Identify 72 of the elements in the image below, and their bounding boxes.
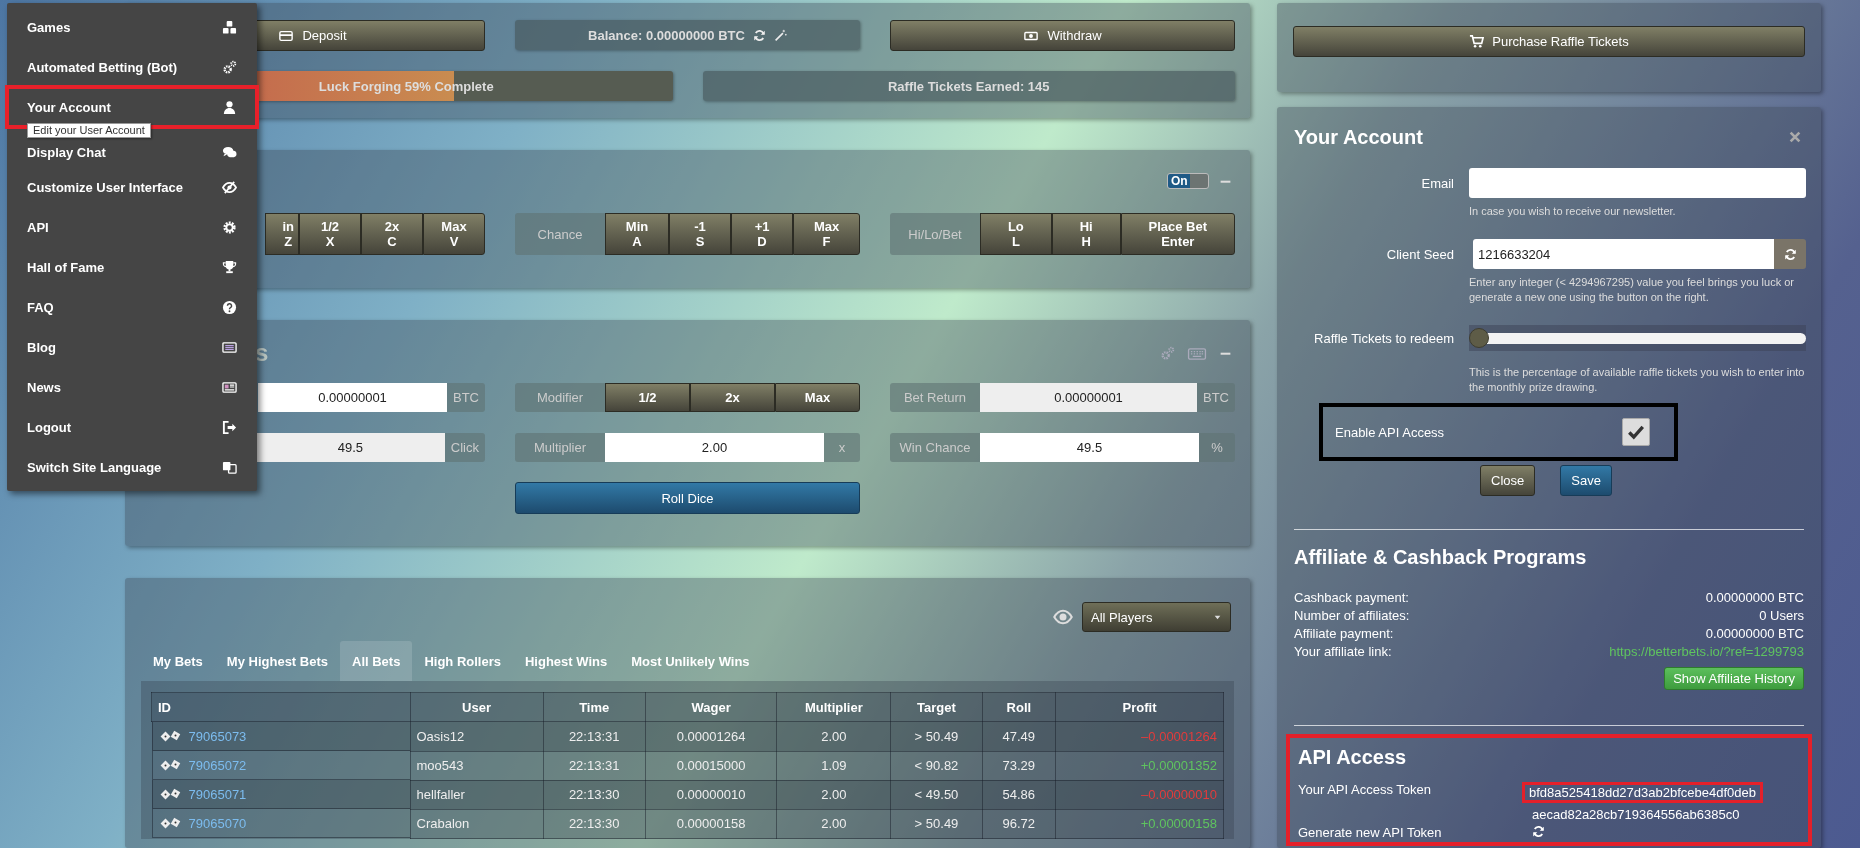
table-cell: moo543 [410, 751, 543, 780]
info-label: Number of affiliates: [1294, 607, 1411, 625]
table-cell: 54.86 [982, 780, 1056, 809]
unit-label: Click [444, 433, 485, 462]
column-header: ID [151, 692, 410, 722]
field-label: Email [1420, 175, 1454, 191]
table-cell: 0.00015000 [645, 751, 777, 780]
column-header: Multiplier [776, 692, 891, 722]
table-cell: 22:13:30 [543, 780, 646, 809]
token-text: bfd8a525418dd27d3ab2bfcebe4df0deb [1522, 782, 1763, 803]
info-label: Affiliate payment: [1294, 625, 1395, 643]
table-cell: 0.00000010 [645, 780, 777, 809]
table-cell: –0.00001264 [1055, 721, 1224, 751]
table-cell: 47.49 [982, 721, 1056, 751]
table-cell: 2.00 [776, 780, 891, 809]
table-cell: > 50.49 [890, 809, 983, 838]
info-label: Your API Access Token [1298, 782, 1432, 799]
field-label: Modifier [515, 383, 605, 412]
info-label: Your affiliate link: [1294, 643, 1393, 661]
field-label: Enable API Access [1335, 424, 1445, 440]
table-cell: 0.00000158 [645, 809, 777, 838]
table-cell: 0.00001264 [645, 721, 777, 751]
field-label: Client Seed [1385, 246, 1454, 262]
field-label: Bet Return [890, 383, 980, 412]
balance-text: Balance: 0.00000000 BTC [588, 27, 745, 43]
group-label: Chance [515, 213, 605, 255]
info-label: Generate new API Token [1298, 825, 1443, 840]
section-title: API Access [1298, 745, 1408, 770]
table-cell: < 90.82 [890, 751, 983, 780]
table-cell: 96.72 [982, 809, 1056, 838]
help-text: In case you wish to receive our newsletter. [1469, 204, 1677, 219]
table-cell: 2.00 [776, 721, 891, 751]
column-header: Time [543, 692, 646, 722]
info-value: 0.00000000 BTC [1704, 589, 1804, 607]
token-text: aecad82a28cb719364556ab6385c0 [1531, 807, 1741, 822]
table-cell: Crabalon [410, 809, 543, 838]
group-label: Hi/Lo/Bet [890, 213, 980, 255]
table-cell: hellfaller [410, 780, 543, 809]
table-cell: 22:13:31 [543, 721, 646, 751]
unit-label: BTC [1197, 383, 1235, 412]
column-header: Roll [982, 692, 1056, 722]
column-header: Profit [1055, 692, 1224, 722]
column-header: Target [890, 692, 983, 722]
table-cell: 2.00 [776, 809, 891, 838]
column-header: User [410, 692, 543, 722]
help-text: Enter any integer (< 4294967295) value you feel brings you luck or generate a new one using the button on the right. [1469, 275, 1795, 305]
table-cell: < 49.50 [890, 780, 983, 809]
info-value: 0 Users [1758, 607, 1804, 625]
table-cell: 22:13:30 [543, 809, 646, 838]
table-cell: +0.00001352 [1055, 751, 1224, 780]
table-cell: 73.29 [982, 751, 1056, 780]
tooltip: Edit your User Account [27, 123, 151, 138]
table-cell: > 50.49 [890, 721, 983, 751]
field-label: Multiplier [515, 433, 605, 462]
field-label: Win Chance [890, 433, 980, 462]
column-header: Wager [645, 692, 777, 722]
table-cell: –0.00000010 [1055, 780, 1224, 809]
table-cell: +0.00000158 [1055, 809, 1224, 838]
unit-label: % [1199, 433, 1235, 462]
raffle-tickets-earned: Raffle Tickets Earned: 145 [702, 71, 1235, 101]
panel-title: s [255, 339, 269, 367]
table-cell: 1.09 [776, 751, 891, 780]
field-label: Raffle Tickets to redeem [1313, 330, 1454, 346]
section-title: Affiliate & Cashback Programs [1294, 545, 1588, 570]
unit-label: x [824, 433, 860, 462]
help-text: This is the percentage of available raffle tickets you wish to enter into the monthly prize drawing. [1469, 365, 1806, 395]
table-cell: Oasis12 [410, 721, 543, 751]
unit-label: BTC [447, 383, 485, 412]
table-cell: 22:13:31 [543, 751, 646, 780]
info-label: Cashback payment: [1294, 589, 1410, 607]
info-value: 0.00000000 BTC [1704, 625, 1804, 643]
panel-title: Your Account [1294, 125, 1423, 150]
